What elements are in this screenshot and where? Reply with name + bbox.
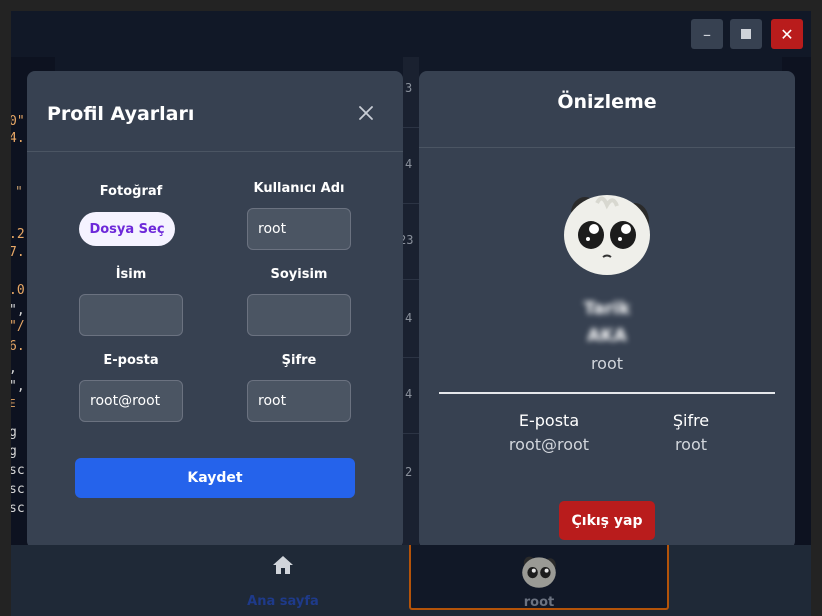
titlebar: – ✕ xyxy=(11,11,811,57)
code-fragment: sc xyxy=(11,482,25,497)
close-icon xyxy=(359,106,373,120)
line-number: 4 xyxy=(405,157,413,171)
username-label: Kullanıcı Adı xyxy=(253,181,345,196)
close-settings-button[interactable] xyxy=(355,102,377,124)
nav-profile-label: root xyxy=(523,595,555,610)
preview-password-value: root xyxy=(674,435,708,454)
code-fragment: 4. xyxy=(11,131,25,146)
username-field[interactable] xyxy=(247,208,351,250)
preview-last-name: AKA xyxy=(587,326,627,346)
settings-header: Profil Ayarları xyxy=(27,71,403,152)
preview-password-label: Şifre xyxy=(672,411,710,430)
row-divider xyxy=(403,279,419,280)
avatar xyxy=(557,183,657,283)
preview-title: Önizleme xyxy=(557,91,657,113)
preview-first-name: Tarik xyxy=(583,299,631,319)
settings-title: Profil Ayarları xyxy=(47,103,195,125)
preview-username: root xyxy=(590,354,624,373)
profile-settings-panel: Profil Ayarları Fotoğraf Dosya Seç Kulla… xyxy=(27,71,403,549)
choose-file-button[interactable]: Dosya Seç xyxy=(79,212,175,246)
code-fragment: sc xyxy=(11,463,25,478)
code-fragment: 6. xyxy=(11,339,25,354)
code-fragment: g xyxy=(11,444,17,459)
preview-email: E-posta root@root xyxy=(479,411,619,454)
background-line-numbers: 3 4 23 4 4 2 xyxy=(399,57,419,557)
nav-item-home[interactable]: Ana sayfa xyxy=(211,545,355,613)
line-number: 4 xyxy=(405,387,413,401)
row-divider xyxy=(403,203,419,204)
save-button[interactable]: Kaydet xyxy=(75,458,355,498)
minimize-button[interactable]: – xyxy=(691,19,723,49)
code-fragment: .0 xyxy=(11,283,25,298)
last-name-field[interactable] xyxy=(247,294,351,336)
code-fragment: "/ xyxy=(11,319,25,334)
code-fragment: " xyxy=(15,185,23,200)
close-window-button[interactable]: ✕ xyxy=(771,19,803,49)
maximize-icon xyxy=(741,29,751,39)
preview-header: Önizleme xyxy=(419,71,795,148)
code-fragment: ", xyxy=(11,303,25,318)
code-fragment: , xyxy=(11,361,17,376)
code-fragment: 0" xyxy=(11,114,25,129)
photo-label: Fotoğraf xyxy=(99,184,163,199)
app-window: – ✕ 0" 4. " .2 7. .0 ", "/ 6. , ", E g g… xyxy=(11,11,811,616)
line-number: 2 xyxy=(405,465,413,479)
nav-item-profile[interactable]: root xyxy=(409,545,669,610)
row-divider xyxy=(403,127,419,128)
preview-email-value: root@root xyxy=(508,435,590,454)
bottom-nav: Ana sayfa root xyxy=(11,545,811,616)
preview-divider xyxy=(439,392,775,394)
first-name-label: İsim xyxy=(115,267,147,282)
home-icon xyxy=(273,556,293,574)
password-field[interactable] xyxy=(247,380,351,422)
first-name-field[interactable] xyxy=(79,294,183,336)
preview-email-label: E-posta xyxy=(518,411,580,430)
row-divider xyxy=(403,357,419,358)
code-fragment: .2 xyxy=(11,227,25,242)
line-number: 4 xyxy=(405,311,413,325)
line-number: 3 xyxy=(405,81,413,95)
preview-password: Şifre root xyxy=(621,411,761,454)
email-field[interactable] xyxy=(79,380,183,422)
code-fragment: ", xyxy=(11,379,25,394)
row-divider xyxy=(403,433,419,434)
code-fragment: E xyxy=(11,397,16,410)
last-name-label: Soyisim xyxy=(270,267,328,282)
code-fragment: g xyxy=(11,425,17,440)
profile-avatar-icon xyxy=(522,556,556,588)
profile-avatar-image xyxy=(564,195,650,275)
logout-button[interactable]: Çıkış yap xyxy=(559,501,655,540)
password-label: Şifre xyxy=(281,353,317,368)
email-label: E-posta xyxy=(103,353,159,368)
nav-home-label: Ana sayfa xyxy=(247,594,319,609)
code-fragment: 7. xyxy=(11,245,25,260)
preview-panel: Önizleme Tarik AKA root E-posta root@roo… xyxy=(419,71,795,549)
code-fragment: sc xyxy=(11,501,25,516)
maximize-button[interactable] xyxy=(730,19,762,49)
